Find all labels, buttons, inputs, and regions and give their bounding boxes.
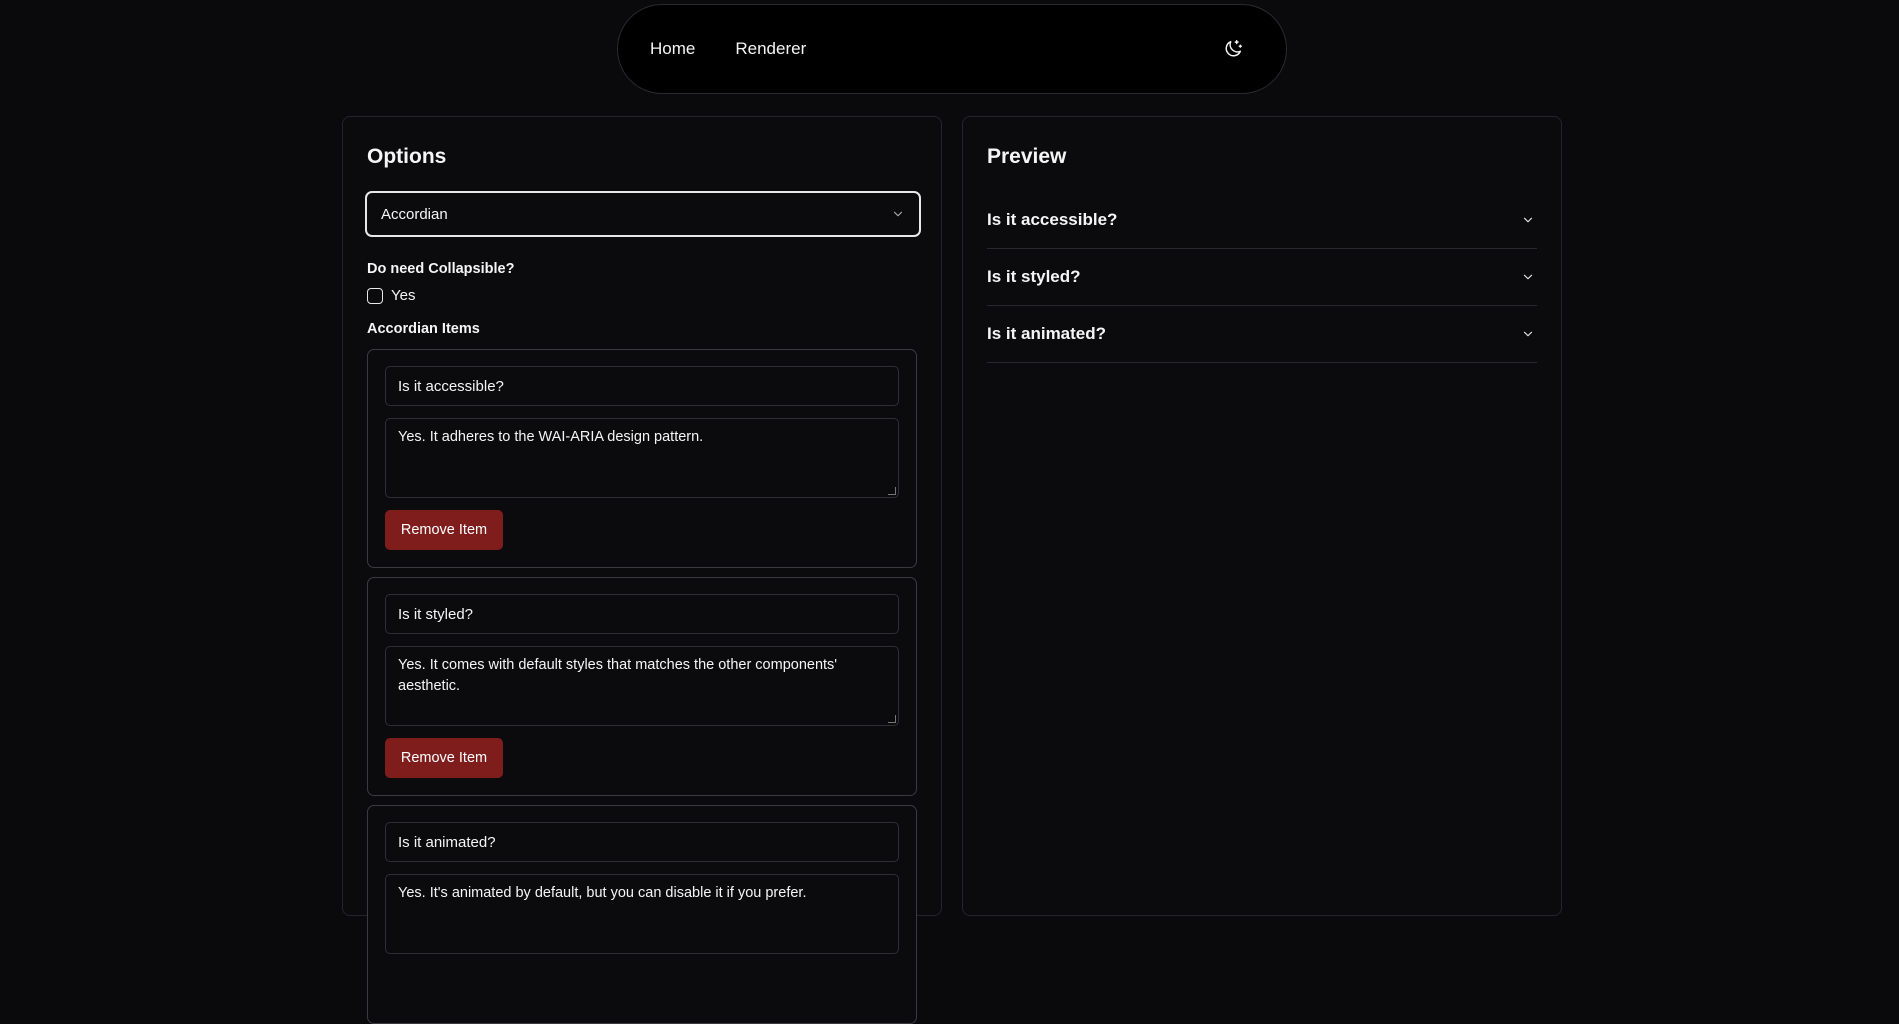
top-nav: Home Renderer bbox=[617, 4, 1287, 94]
item-content-text: Yes. It comes with default styles that m… bbox=[398, 657, 838, 694]
accordion-question: Is it animated? bbox=[987, 324, 1107, 343]
accordian-item-card: Is it accessible? Yes. It adheres to the… bbox=[367, 349, 917, 568]
accordion-question: Is it accessible? bbox=[987, 210, 1118, 229]
accordion-question: Is it styled? bbox=[987, 267, 1081, 286]
component-select[interactable]: Accordian bbox=[365, 191, 921, 237]
item-content-text: Yes. It adheres to the WAI-ARIA design p… bbox=[398, 429, 704, 445]
item-title-input[interactable]: Is it accessible? bbox=[385, 366, 899, 406]
item-content-textarea[interactable]: Yes. It comes with default styles that m… bbox=[385, 646, 899, 726]
remove-item-button[interactable]: Remove Item bbox=[385, 738, 503, 778]
item-content-text: Yes. It's animated by default, but you c… bbox=[398, 885, 807, 901]
remove-item-button[interactable]: Remove Item bbox=[385, 510, 503, 550]
item-content-textarea[interactable]: Yes. It's animated by default, but you c… bbox=[385, 874, 899, 954]
component-select-value: Accordian bbox=[381, 205, 448, 223]
item-content-textarea[interactable]: Yes. It adheres to the WAI-ARIA design p… bbox=[385, 418, 899, 498]
accordion-trigger[interactable]: Is it styled? bbox=[987, 249, 1537, 306]
collapsible-row: Yes bbox=[367, 287, 415, 304]
nav-renderer-link[interactable]: Renderer bbox=[735, 39, 806, 59]
resize-grip-icon[interactable] bbox=[888, 715, 896, 723]
chevron-down-icon bbox=[893, 211, 903, 217]
moon-stars-icon[interactable] bbox=[1222, 38, 1244, 60]
chevron-down-icon bbox=[1523, 331, 1533, 337]
collapsible-label: Do need Collapsible? bbox=[367, 261, 515, 277]
accordian-item-card: Is it animated? Yes. It's animated by de… bbox=[367, 805, 917, 1024]
accordian-items-label: Accordian Items bbox=[367, 321, 480, 337]
chevron-down-icon bbox=[1523, 217, 1533, 223]
nav-home-link[interactable]: Home bbox=[650, 39, 695, 59]
accordian-item-card: Is it styled? Yes. It comes with default… bbox=[367, 577, 917, 796]
item-title-input[interactable]: Is it styled? bbox=[385, 594, 899, 634]
collapsible-checkbox-label[interactable]: Yes bbox=[391, 287, 415, 304]
accordion-trigger[interactable]: Is it animated? bbox=[987, 306, 1537, 363]
preview-title: Preview bbox=[987, 145, 1067, 168]
collapsible-checkbox[interactable] bbox=[367, 287, 383, 304]
options-panel: Options Accordian Do need Collapsible? Y… bbox=[342, 116, 942, 1024]
item-title-input[interactable]: Is it animated? bbox=[385, 822, 899, 862]
options-title: Options bbox=[367, 145, 447, 168]
accordion-trigger[interactable]: Is it accessible? bbox=[987, 192, 1537, 249]
resize-grip-icon[interactable] bbox=[888, 487, 896, 495]
preview-panel: Preview Is it accessible? Is it styled? … bbox=[962, 116, 1562, 916]
chevron-down-icon bbox=[1523, 274, 1533, 280]
